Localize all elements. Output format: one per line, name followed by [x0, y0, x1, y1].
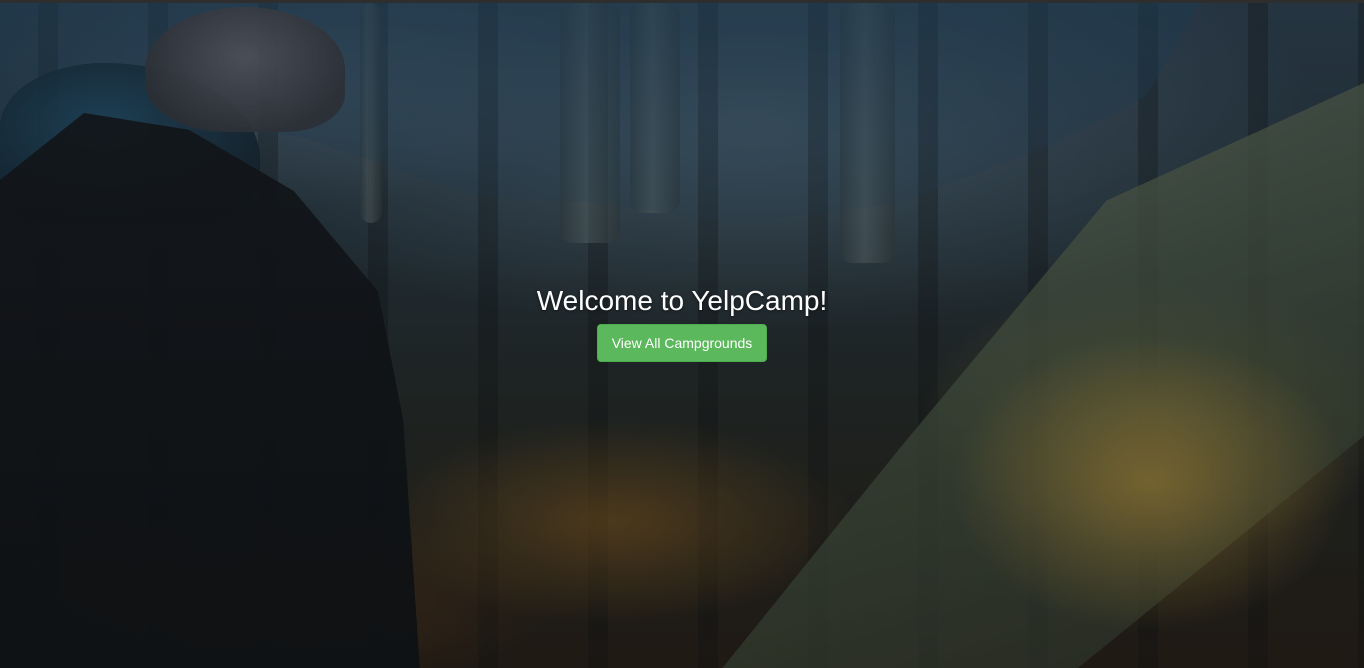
- welcome-heading: Welcome to YelpCamp!: [536, 285, 828, 316]
- view-all-campgrounds-button[interactable]: View All Campgrounds: [596, 324, 768, 362]
- landing-header: Welcome to YelpCamp! View All Campground…: [0, 283, 1364, 362]
- landing-page: Welcome to YelpCamp! View All Campground…: [0, 0, 1364, 668]
